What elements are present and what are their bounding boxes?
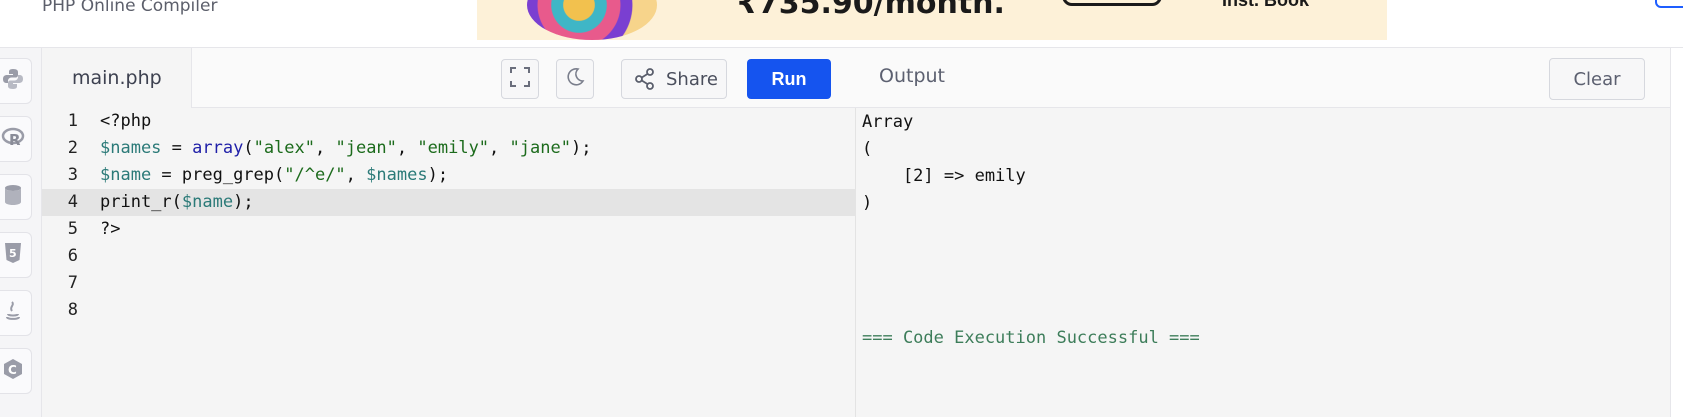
- line-number: 8: [67, 300, 78, 320]
- code-text: ?>: [100, 216, 120, 243]
- code-token: ,: [489, 138, 510, 158]
- line-number: 7: [67, 273, 78, 293]
- share-icon: [634, 68, 656, 90]
- code-token: "alex": [253, 138, 315, 158]
- sidebar-item-c[interactable]: C: [0, 348, 32, 394]
- output-title: Output: [879, 65, 945, 87]
- code-line[interactable]: 2 $names = array("alex", "jean", "emily",…: [42, 135, 856, 162]
- code-line[interactable]: 6: [42, 243, 856, 270]
- code-text: $names = array("alex", "jean", "emily", …: [100, 135, 591, 162]
- code-token: <?php: [100, 111, 152, 131]
- ad-artwork: [527, 0, 657, 40]
- page-subtitle: PHP Online Compiler: [42, 0, 218, 16]
- code-token: ?>: [100, 219, 121, 239]
- code-token: ,: [315, 138, 336, 158]
- line-number: 6: [67, 246, 78, 266]
- code-token: $name: [181, 192, 234, 212]
- share-button[interactable]: Share: [621, 59, 727, 99]
- file-tab-main[interactable]: main.php: [42, 48, 192, 108]
- code-token: = preg_grep(: [151, 165, 285, 185]
- code-text: $name = preg_grep("/^e/", $names);: [100, 162, 448, 189]
- svg-text:C: C: [8, 363, 17, 377]
- top-header: PHP Online Compiler ₹735.90/month. Inst.…: [0, 0, 1683, 48]
- execution-status: === Code Execution Successful ===: [862, 328, 1200, 348]
- code-token: $name: [100, 165, 152, 185]
- code-token: print_r(: [100, 192, 182, 212]
- code-token: array: [192, 138, 244, 158]
- ad-banner[interactable]: ₹735.90/month. Inst. Book: [477, 0, 1387, 40]
- code-token: );: [427, 165, 449, 185]
- code-line[interactable]: 1 <?php: [42, 108, 856, 135]
- code-line[interactable]: 8: [42, 297, 856, 324]
- ad-sub-text: Inst. Book: [1222, 0, 1310, 10]
- line-number: 3: [67, 165, 78, 185]
- code-token: (: [243, 138, 254, 158]
- code-token: );: [233, 192, 254, 212]
- output-line: ): [862, 193, 873, 213]
- code-token: $names: [100, 138, 162, 158]
- c-icon: C: [1, 357, 25, 386]
- line-number: 4: [67, 192, 78, 212]
- fullscreen-button[interactable]: [501, 59, 539, 99]
- python-icon: [1, 67, 25, 96]
- code-token: =: [161, 138, 193, 158]
- sidebar-item-r[interactable]: R: [0, 116, 32, 162]
- header-corner-button[interactable]: [1655, 0, 1683, 8]
- sidebar-item-java[interactable]: [0, 290, 32, 336]
- code-line[interactable]: 3 $name = preg_grep("/^e/", $names);: [42, 162, 856, 189]
- code-token: $names: [366, 165, 428, 185]
- run-button[interactable]: Run: [747, 59, 831, 99]
- html5-icon: 5: [1, 241, 25, 270]
- share-label: Share: [666, 68, 718, 90]
- clear-button[interactable]: Clear: [1549, 58, 1645, 100]
- fullscreen-icon: [509, 66, 531, 93]
- line-number: 2: [67, 138, 78, 158]
- line-number: 5: [67, 219, 78, 239]
- line-number: 1: [67, 111, 78, 131]
- code-token: "/^e/": [284, 165, 346, 185]
- page-scrollbar[interactable]: [1670, 48, 1683, 417]
- code-token: "emily": [417, 138, 490, 158]
- sidebar-item-python[interactable]: [0, 58, 32, 104]
- code-token: ,: [396, 138, 418, 158]
- output-panel: Output Clear Array ( [2] => emily) === Co…: [856, 48, 1683, 417]
- java-icon: [1, 299, 25, 328]
- database-icon: [1, 183, 25, 212]
- code-line[interactable]: 7: [42, 270, 856, 297]
- editor-panel: main.php Share Run 1 <?php 2 $names = array…: [42, 48, 856, 417]
- output-toolbar: Output Clear: [856, 48, 1683, 108]
- moon-icon: [565, 67, 585, 92]
- svg-text:R: R: [9, 131, 21, 149]
- code-editor[interactable]: 1 <?php 2 $names = array("alex", "jean", "e…: [42, 108, 856, 417]
- r-icon: R: [1, 125, 25, 154]
- code-line[interactable]: 5 ?>: [42, 216, 856, 243]
- code-token: ,: [345, 165, 367, 185]
- code-text: print_r($name);: [100, 189, 254, 216]
- code-token: );: [570, 138, 592, 158]
- sidebar-item-html[interactable]: 5: [0, 232, 32, 278]
- ad-price-text: ₹735.90/month.: [737, 0, 1005, 21]
- svg-text:5: 5: [9, 247, 17, 260]
- editor-toolbar: main.php Share Run: [42, 48, 856, 108]
- sidebar-item-database[interactable]: [0, 174, 32, 220]
- code-text: <?php: [100, 108, 151, 135]
- output-line: Array: [862, 112, 914, 132]
- language-sidebar: R 5 C: [0, 48, 42, 417]
- code-token: "jane": [509, 138, 571, 158]
- code-token: "jean": [335, 138, 397, 158]
- ad-button[interactable]: [1062, 0, 1162, 6]
- output-line: (: [862, 139, 873, 159]
- code-line[interactable]: 4 print_r($name);: [42, 189, 856, 216]
- theme-toggle-button[interactable]: [556, 59, 594, 99]
- output-line: [2] => emily: [862, 166, 1026, 186]
